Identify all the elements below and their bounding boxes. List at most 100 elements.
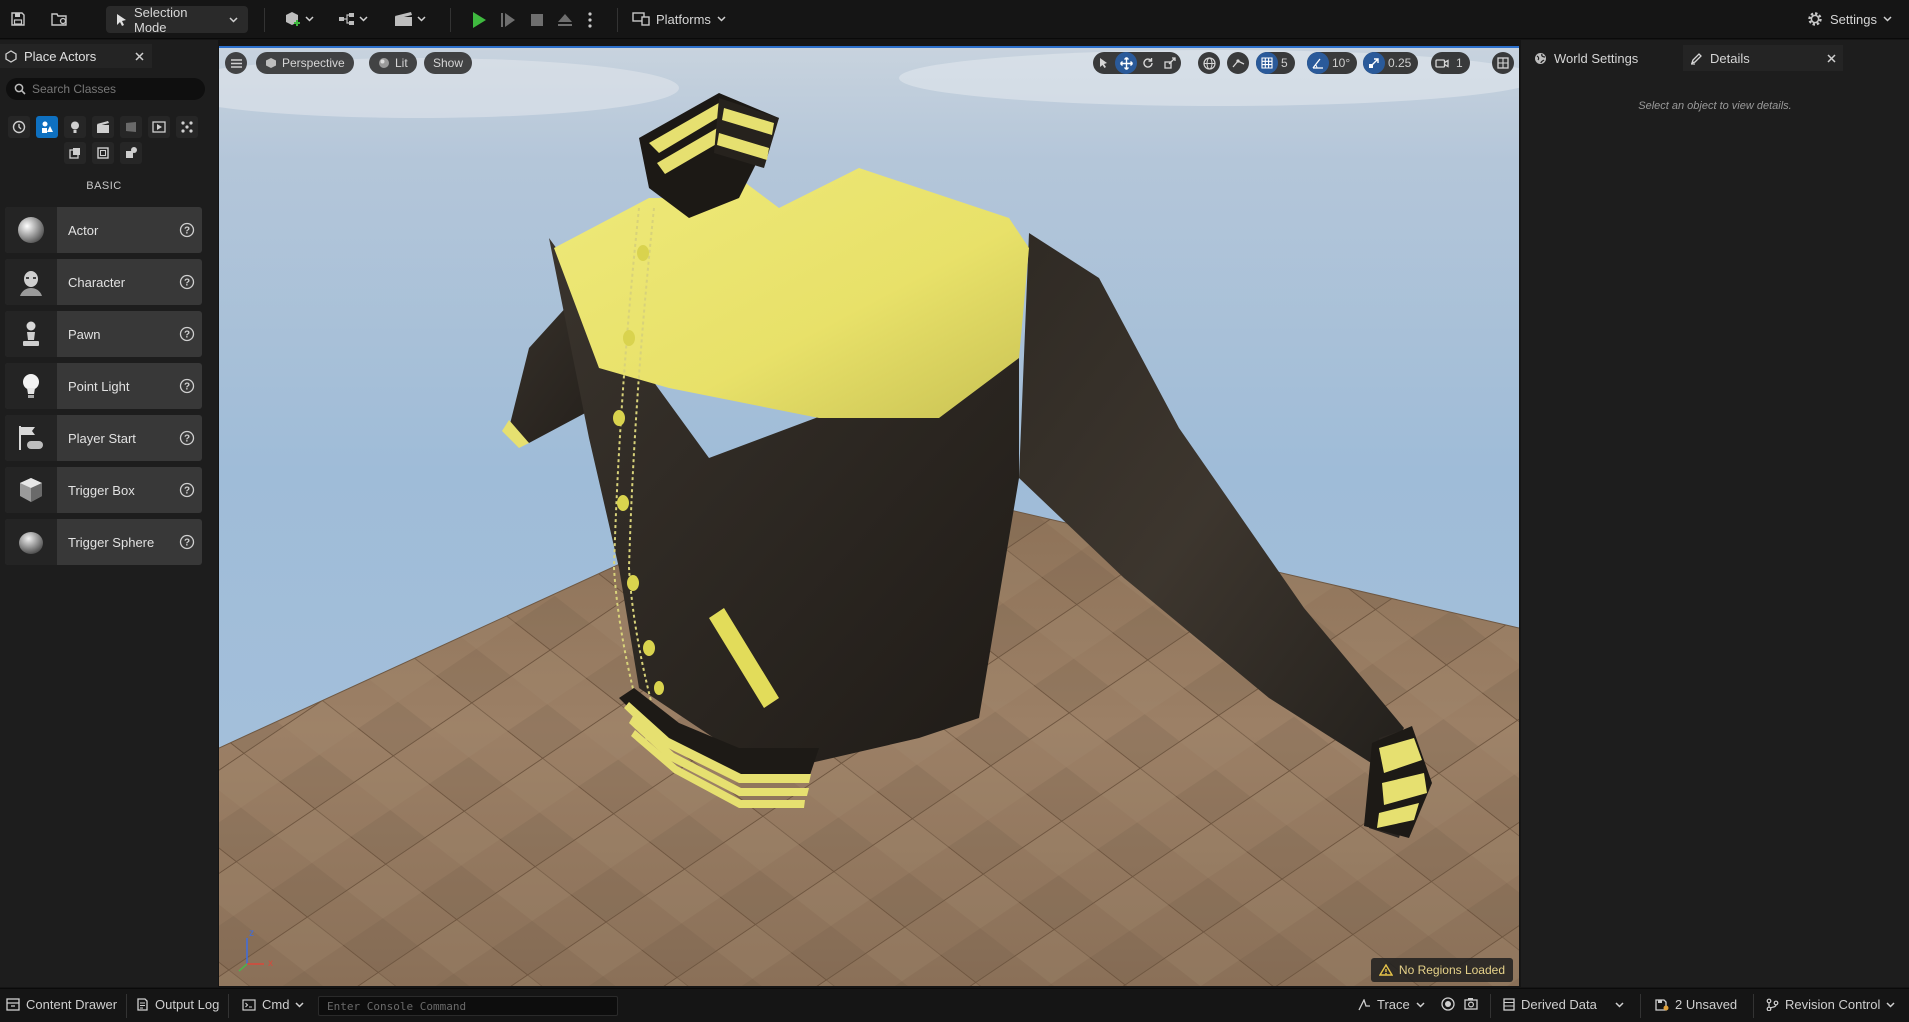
gear-icon: [1806, 10, 1824, 28]
visual-effects-icon[interactable]: [120, 116, 142, 138]
unsaved-button[interactable]: 2 Unsaved: [1655, 997, 1737, 1012]
globe-icon: [1534, 52, 1547, 65]
show-label: Show: [433, 56, 464, 70]
console-command-input[interactable]: Enter Console Command: [318, 996, 618, 1016]
svg-text:?: ?: [184, 434, 190, 445]
actor-item-character[interactable]: Character ?: [5, 259, 202, 305]
close-icon[interactable]: [1827, 53, 1836, 63]
status-divider: [1490, 994, 1491, 1018]
select-cursor-icon[interactable]: [1093, 52, 1115, 74]
save-icon[interactable]: [8, 9, 28, 29]
log-icon: [136, 998, 149, 1011]
close-icon[interactable]: [135, 51, 144, 61]
svg-text:?: ?: [184, 538, 190, 549]
tab-place-actors[interactable]: Place Actors: [0, 44, 152, 68]
cinematics-button[interactable]: [390, 8, 430, 30]
revision-control-label: Revision Control: [1785, 997, 1881, 1012]
actor-item-player-start[interactable]: Player Start ?: [5, 415, 202, 461]
search-icon: [14, 83, 26, 95]
lights-icon[interactable]: [64, 116, 86, 138]
view-mode-dropdown[interactable]: Lit: [369, 52, 417, 74]
grid-icon: [1256, 52, 1278, 74]
derived-data-icon: [1503, 998, 1515, 1011]
derived-data-dropdown[interactable]: Derived Data: [1503, 997, 1624, 1012]
basic-shapes-icon[interactable]: [36, 116, 58, 138]
status-divider: [126, 994, 127, 1018]
trace-dropdown[interactable]: Trace: [1358, 997, 1425, 1012]
add-actor-button[interactable]: [280, 8, 318, 30]
cmd-dropdown[interactable]: Cmd: [242, 997, 304, 1012]
world-local-toggle[interactable]: [1198, 52, 1220, 74]
perspective-dropdown[interactable]: Perspective: [256, 52, 354, 74]
rotate-icon[interactable]: [1137, 52, 1159, 74]
search-classes-input[interactable]: Search Classes: [6, 78, 205, 100]
toolbar-divider: [264, 8, 265, 32]
scale-icon[interactable]: [1159, 52, 1181, 74]
perspective-label: Perspective: [282, 56, 345, 70]
actor-item-point-light[interactable]: Point Light ?: [5, 363, 202, 409]
viewport-menu-button[interactable]: [225, 52, 247, 74]
stop-icon[interactable]: [526, 9, 548, 31]
help-icon[interactable]: ?: [179, 430, 195, 446]
help-icon[interactable]: ?: [179, 378, 195, 394]
box-icon[interactable]: [92, 142, 114, 164]
help-icon[interactable]: ?: [179, 222, 195, 238]
output-log-button[interactable]: Output Log: [136, 997, 219, 1012]
shapes-icon[interactable]: [120, 142, 142, 164]
help-icon[interactable]: ?: [179, 326, 195, 342]
scale-snap-group[interactable]: 0.25: [1363, 52, 1419, 74]
chevron-down-icon: [295, 1001, 304, 1008]
status-divider: [228, 994, 229, 1018]
tab-details[interactable]: Details: [1683, 45, 1843, 71]
no-regions-warning[interactable]: No Regions Loaded: [1370, 958, 1513, 982]
level-viewport[interactable]: z x Perspective Lit Show 5 10° 0.25 1 No…: [219, 46, 1519, 986]
content-drawer-button[interactable]: Content Drawer: [6, 997, 117, 1012]
unsaved-label: 2 Unsaved: [1675, 997, 1738, 1012]
status-bar: Content Drawer Output Log Cmd Enter Cons…: [0, 988, 1909, 1022]
cinematic-icon[interactable]: [92, 116, 114, 138]
grid-snap-group[interactable]: 5: [1256, 52, 1295, 74]
geometry-icon[interactable]: [64, 142, 86, 164]
flag-controller-icon: [5, 415, 57, 461]
more-options-icon[interactable]: [582, 9, 598, 31]
record-button[interactable]: [1441, 997, 1455, 1011]
viewport-layout-button[interactable]: [1492, 52, 1514, 74]
show-dropdown[interactable]: Show: [424, 52, 473, 74]
place-actors-icon: [4, 49, 18, 63]
camera-speed-group[interactable]: 1: [1431, 52, 1470, 74]
surface-snapping-toggle[interactable]: [1227, 52, 1249, 74]
screenshot-button[interactable]: [1464, 997, 1478, 1010]
revision-control-dropdown[interactable]: Revision Control: [1766, 997, 1895, 1012]
help-icon[interactable]: ?: [179, 534, 195, 550]
recent-clock-icon[interactable]: [8, 116, 30, 138]
all-classes-icon[interactable]: [176, 116, 198, 138]
actor-label: Trigger Box: [68, 482, 135, 498]
cube-icon: [265, 57, 277, 69]
volumes-icon[interactable]: [148, 116, 170, 138]
help-icon[interactable]: ?: [179, 274, 195, 290]
platforms-dropdown[interactable]: Platforms: [632, 8, 726, 30]
details-empty-message: Select an object to view details.: [1638, 100, 1792, 112]
globe-icon: [1198, 52, 1220, 74]
actor-item-actor[interactable]: Actor ?: [5, 207, 202, 253]
tab-world-settings[interactable]: World Settings: [1527, 45, 1645, 71]
lit-sphere-icon: [378, 57, 390, 69]
viewport-scene[interactable]: [219, 48, 1519, 986]
sphere-icon: [5, 207, 57, 253]
actor-item-pawn[interactable]: Pawn ?: [5, 311, 202, 357]
blueprint-button[interactable]: [334, 8, 372, 30]
tab-label: World Settings: [1554, 50, 1639, 66]
help-icon[interactable]: ?: [179, 482, 195, 498]
browse-level-icon[interactable]: [50, 9, 70, 29]
eject-icon[interactable]: [554, 9, 576, 31]
play-icon[interactable]: [468, 9, 490, 31]
actor-label: Character: [68, 274, 126, 290]
rotation-snap-group[interactable]: 10°: [1307, 52, 1358, 74]
actor-item-trigger-box[interactable]: Trigger Box ?: [5, 467, 202, 513]
selection-mode-dropdown[interactable]: Selection Mode: [106, 5, 248, 35]
settings-button[interactable]: Settings: [1806, 8, 1892, 30]
advance-frame-icon[interactable]: [497, 9, 519, 31]
translate-icon[interactable]: [1115, 52, 1137, 74]
actor-item-trigger-sphere[interactable]: Trigger Sphere ?: [5, 519, 202, 565]
trace-icon: [1358, 998, 1371, 1011]
